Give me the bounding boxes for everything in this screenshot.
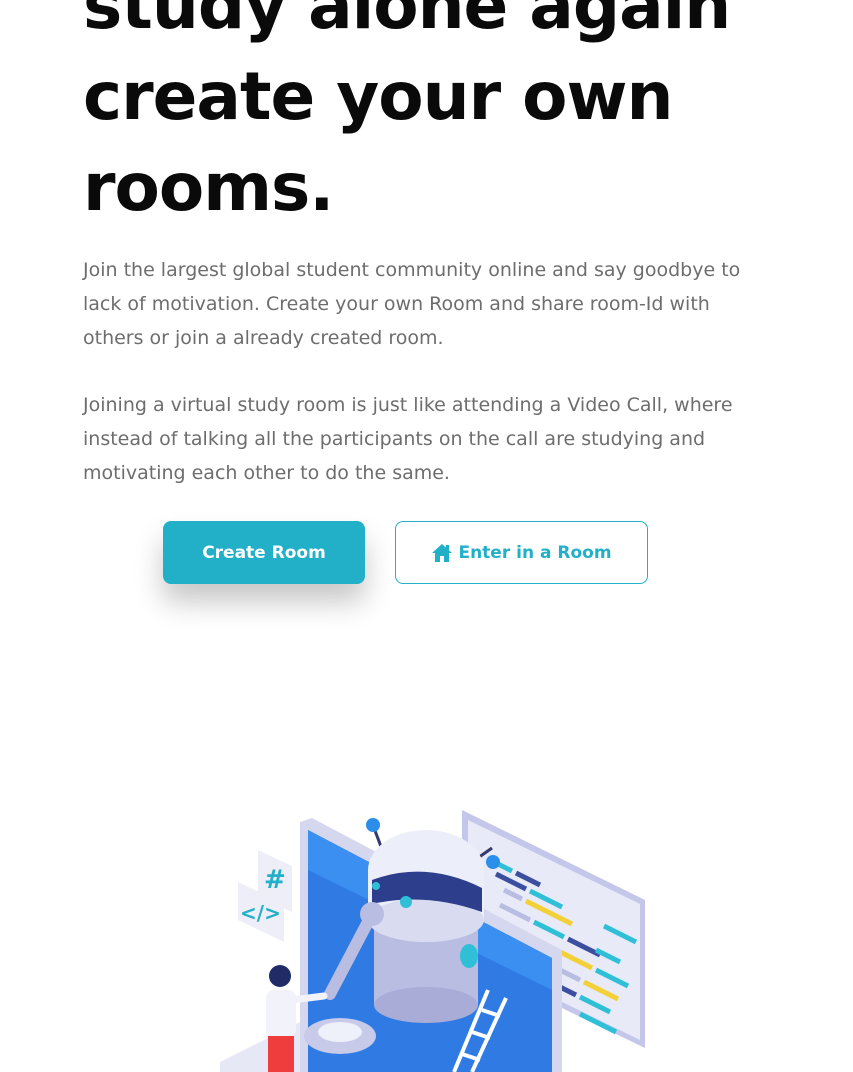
create-room-label: Create Room bbox=[202, 542, 326, 563]
create-room-button[interactable]: Create Room bbox=[163, 521, 365, 584]
enter-room-button[interactable]: Enter in a Room bbox=[395, 521, 648, 584]
headline-line: rooms. bbox=[83, 149, 334, 226]
gear bbox=[304, 1018, 376, 1054]
robot-illustration: # </> bbox=[220, 810, 645, 1072]
paragraph-line: others or join a already created room. bbox=[83, 327, 444, 349]
hero-headline: study alone again create your own rooms. bbox=[83, 0, 843, 233]
paragraph-line: Join the largest global student communit… bbox=[83, 259, 741, 281]
paragraph-line: motivating each other to do the same. bbox=[83, 462, 450, 484]
paragraph-line: Joining a virtual study room is just lik… bbox=[83, 394, 733, 416]
headline-line: create your own bbox=[83, 58, 673, 135]
paragraph-line: lack of motivation. Create your own Room… bbox=[83, 293, 710, 315]
hash-symbol: # bbox=[264, 865, 286, 895]
code-symbol: </> bbox=[240, 901, 281, 925]
description-paragraph: Joining a virtual study room is just lik… bbox=[83, 388, 773, 490]
intro-paragraph: Join the largest global student communit… bbox=[83, 253, 773, 355]
enter-room-label: Enter in a Room bbox=[458, 542, 612, 563]
paragraph-line: instead of talking all the participants … bbox=[83, 428, 706, 450]
headline-line: study alone again bbox=[83, 0, 731, 44]
home-icon bbox=[432, 543, 453, 562]
